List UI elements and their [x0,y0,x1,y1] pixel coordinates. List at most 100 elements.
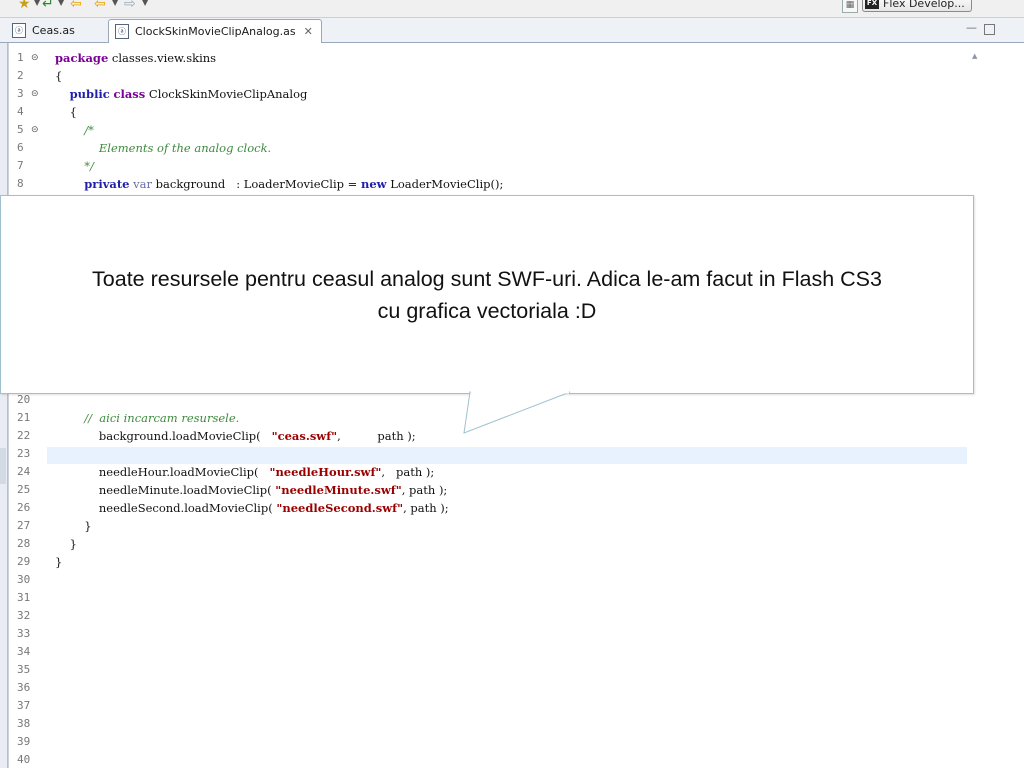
code-token: background.loadMovieClip( [55,429,272,443]
code-token: LoaderMovieClip(); [386,177,504,191]
line-number: 28 [17,537,31,550]
code-token: , path ); [401,483,448,497]
tab-label: Ceas.as [32,24,75,37]
left-view-edge [0,43,8,768]
main-toolbar: ★ ▼ ↵ ▼ ⇦ ⇦ ▼ ⇨ ▼ ▦ FX Flex Develop... [0,0,1024,18]
line-number: 38 [17,717,31,730]
line-number: 39 [17,735,31,748]
editor-tab-strip: ⓐ Ceas.as ⓐ ClockSkinMovieClipAnalog.as … [0,18,1024,43]
code-token: ClockSkinMovieClipAnalog [145,87,308,101]
line-number: 26 [17,501,31,514]
code-token: , path ); [403,501,449,515]
code-token: classes.view.skins [108,51,217,65]
code-line[interactable]: private var background : LoaderMovieClip… [55,175,503,193]
line-number: 27 [17,519,31,532]
perspective-switcher[interactable]: FX Flex Develop... [862,0,972,12]
back-dropdown-icon[interactable]: ▼ [58,0,64,7]
fold-toggle-icon[interactable]: ⊝ [31,85,39,103]
line-number: 7 [17,159,24,172]
annotation-callout: Toate resursele pentru ceasul analog sun… [0,195,974,394]
forward-icon[interactable]: ⇨ [124,0,136,12]
code-line[interactable]: /* [55,121,94,139]
callout-text: Toate resursele pentru ceasul analog sun… [7,263,967,327]
code-line[interactable]: public class ClockSkinMovieClipAnalog [55,85,308,103]
code-token: , path ); [337,429,416,443]
open-perspective-button[interactable]: ▦ [842,0,858,13]
line-number: 4 [17,105,24,118]
code-line[interactable]: } [55,517,92,535]
callout-pointer [463,391,571,434]
line-number: 30 [17,573,31,586]
callout-line-1: Toate resursele pentru ceasul analog sun… [92,266,882,291]
code-line[interactable]: needleSecond.loadMovieClip( "needleSecon… [55,499,449,517]
code-line[interactable]: */ [55,157,94,175]
code-token: "needleSecond.swf" [276,501,404,515]
code-line[interactable]: { [55,103,77,121]
scroll-up-icon[interactable]: ▲ [972,52,977,60]
minimize-icon[interactable]: — [966,21,977,34]
prev-edit-icon[interactable]: ⇦ [70,0,82,12]
favorites-icon[interactable]: ★ [18,0,31,12]
code-token: needleMinute.loadMovieClip( [55,483,276,497]
tab-label: ClockSkinMovieClipAnalog.as [135,25,296,38]
code-token: } [55,537,77,551]
code-token: var [133,177,152,191]
maximize-icon[interactable] [984,24,995,35]
code-token: needleSecond.loadMovieClip( [55,501,277,515]
line-number: 23 [17,447,31,460]
code-line[interactable]: needleHour.loadMovieClip( "needleHour.sw… [55,463,434,481]
line-number: 25 [17,483,31,496]
current-line-highlight [47,447,967,464]
fold-toggle-icon[interactable]: ⊝ [31,121,39,139]
code-token: { [55,69,63,83]
line-number: 35 [17,663,31,676]
code-line[interactable]: } [55,535,77,553]
fold-toggle-icon[interactable]: ⊝ [31,49,39,67]
next-dropdown-icon[interactable]: ▼ [112,0,118,7]
perspective-label: Flex Develop... [883,0,965,10]
code-token: "needleHour.swf" [269,465,382,479]
callout-line-2: cu grafica vectoriala :D [377,298,597,323]
forward-dropdown-icon[interactable]: ▼ [142,0,148,7]
flex-logo-icon: FX [865,0,879,9]
code-token: public [69,87,110,101]
tab-clock-skin[interactable]: ⓐ ClockSkinMovieClipAnalog.as ✕ [108,19,322,43]
code-token: class [113,87,146,101]
back-icon[interactable]: ↵ [42,0,54,12]
code-token: "ceas.swf" [271,429,338,443]
overview-marker [0,448,6,484]
code-token: } [55,519,92,533]
line-number: 29 [17,555,31,568]
code-line[interactable]: package classes.view.skins [55,49,216,67]
line-number: 36 [17,681,31,694]
line-number: 8 [17,177,24,190]
line-number: 2 [17,69,24,82]
line-number: 37 [17,699,31,712]
code-line[interactable]: needleMinute.loadMovieClip( "needleMinut… [55,481,447,499]
next-edit-icon[interactable]: ⇦ [94,0,106,12]
favorites-dropdown-icon[interactable]: ▼ [34,0,40,7]
code-token: package [55,51,109,65]
code-token: // aici incarcam resursele. [55,411,240,425]
line-number: 34 [17,645,31,658]
code-token: background : LoaderMovieClip = [152,177,361,191]
tab-ceas[interactable]: ⓐ Ceas.as [6,20,81,41]
code-line[interactable]: background.loadMovieClip( "ceas.swf", pa… [55,427,416,445]
close-tab-icon[interactable]: ✕ [304,25,313,38]
actionscript-file-icon: ⓐ [115,24,129,39]
code-token: new [360,177,387,191]
line-number: 33 [17,627,31,640]
code-line[interactable]: // aici incarcam resursele. [55,409,239,427]
code-token: "needleMinute.swf" [275,483,402,497]
code-line[interactable]: Elements of the analog clock. [55,139,271,157]
code-line[interactable]: } [55,553,62,571]
code-token: Elements of the analog clock. [55,141,272,155]
line-number: 24 [17,465,31,478]
code-token: { [55,105,77,119]
code-token: */ [55,159,94,173]
line-number: 22 [17,429,31,442]
line-number: 6 [17,141,24,154]
code-line[interactable]: { [55,67,62,85]
